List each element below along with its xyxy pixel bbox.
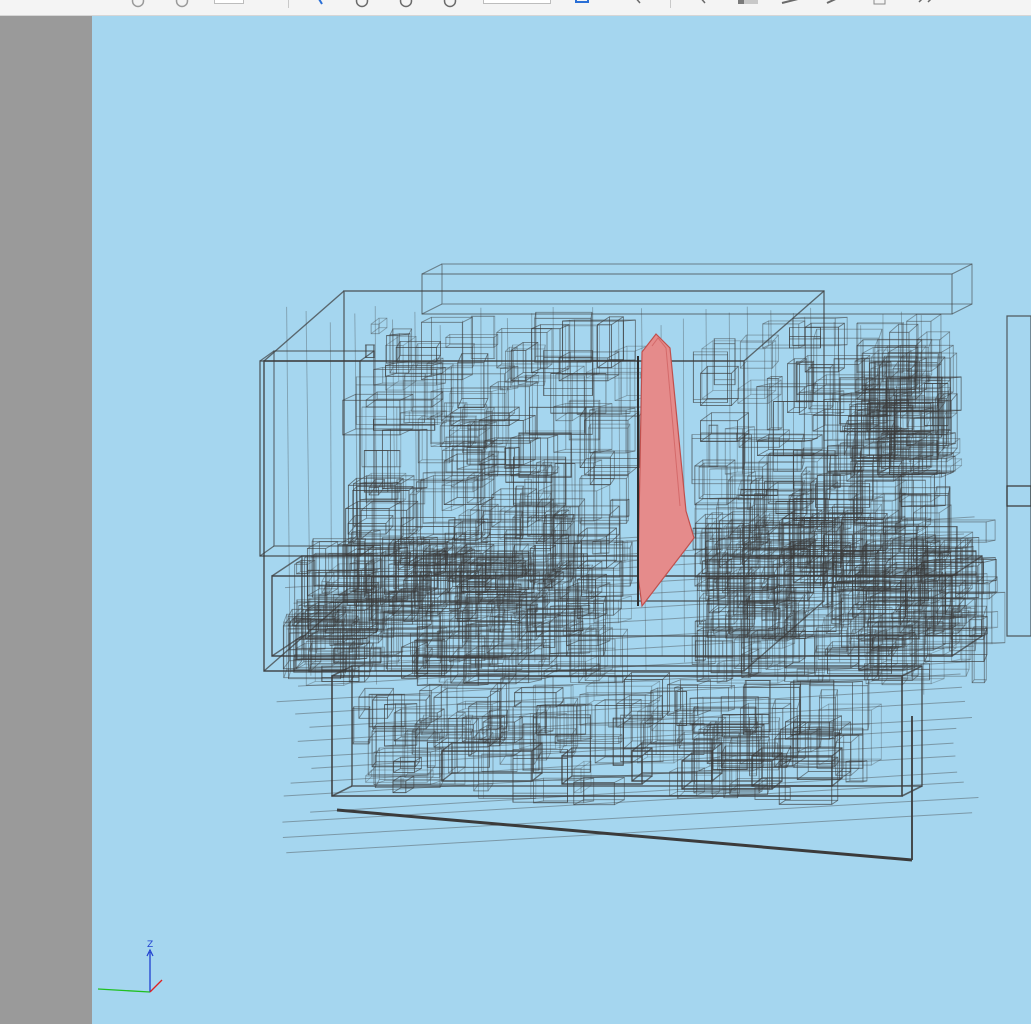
explode-icon[interactable] [824,0,844,8]
3d-viewport[interactable]: Z [92,16,1031,1024]
rotate-icon[interactable] [354,0,370,8]
measure-icon[interactable] [780,0,804,8]
section-icon[interactable] [736,0,760,8]
fit-icon[interactable] [442,0,458,8]
more-icon[interactable] [916,0,936,8]
page-icon[interactable] [872,0,888,8]
view-select-field[interactable] [483,0,551,4]
x-axis-line [149,979,163,993]
toolbar-separator [670,0,671,8]
axis-triad: Z [97,940,163,993]
toolbar [0,0,1031,16]
pick-icon[interactable] [630,0,646,8]
select-icon[interactable] [312,0,326,8]
zoom-icon[interactable] [398,0,414,8]
y-axis-line [97,988,151,993]
view-cube-icon[interactable] [574,0,590,8]
undo-icon[interactable] [130,0,146,8]
pointer-icon[interactable] [696,0,710,8]
z-axis-label: Z [147,940,153,950]
model-tree-panel[interactable] [0,16,92,1024]
redo-icon[interactable] [174,0,190,8]
zoom-level-field[interactable] [214,0,244,4]
toolbar-separator [288,0,289,8]
